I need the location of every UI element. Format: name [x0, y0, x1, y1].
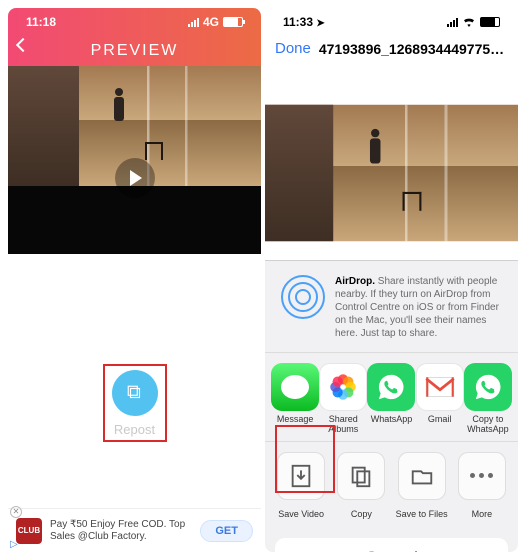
repost-label: Repost [105, 422, 165, 437]
wifi-icon [462, 17, 476, 27]
signal-icon [447, 18, 458, 27]
viewer-photo[interactable] [265, 65, 518, 281]
airdrop-icon [281, 275, 325, 319]
action-copy[interactable]: Copy [331, 452, 391, 522]
done-button[interactable]: Done [275, 40, 311, 57]
ad-close-icon[interactable]: ✕ [10, 506, 22, 518]
ad-logo: CLUB [16, 518, 42, 544]
repost-button[interactable] [112, 370, 158, 416]
ad-text: Pay ₹50 Enjoy Free COD. Top Sales @Club … [50, 519, 192, 543]
share-gmail[interactable]: Gmail [416, 363, 464, 435]
repost-icon [126, 384, 144, 402]
status-bar: 11:18 4G [8, 8, 261, 36]
adchoices-icon[interactable]: ▷ [10, 539, 18, 550]
ad-banner[interactable]: ✕ ▷ CLUB Pay ₹50 Enjoy Free COD. Top Sal… [8, 508, 261, 552]
battery-icon [480, 17, 500, 27]
status-indicators [447, 17, 500, 27]
repost-section: Repost [8, 364, 261, 442]
copy-icon [337, 452, 385, 500]
highlight-save-video [275, 425, 335, 493]
share-copy-whatsapp[interactable]: Copy to WhatsApp [464, 363, 512, 435]
action-save-files[interactable]: Save to Files [392, 452, 452, 522]
viewer-topbar: Done 47193896_126893444977587_432656... [265, 36, 518, 65]
share-message[interactable]: Message [271, 363, 319, 435]
cancel-button[interactable]: Cancel [275, 538, 508, 552]
whatsapp-icon [367, 363, 415, 411]
network-label: 4G [203, 15, 219, 29]
status-time: 11:33 ➤ [283, 15, 325, 29]
highlight-repost: Repost [103, 364, 167, 442]
phone-right: 11:33 ➤ Done 47193896_126893444977587_43… [265, 8, 518, 552]
file-name: 47193896_126893444977587_432656... [319, 41, 508, 57]
status-indicators: 4G [188, 15, 243, 29]
action-row: Save Video Copy Save to Files More [265, 442, 518, 532]
video-thumbnail [265, 105, 518, 242]
whatsapp-icon [464, 363, 512, 411]
gmail-icon [416, 363, 464, 411]
preview-header: PREVIEW [8, 36, 261, 66]
share-sheet: AirDrop. Share instantly with people nea… [265, 260, 518, 552]
status-bar: 11:33 ➤ [265, 8, 518, 36]
play-icon[interactable] [115, 158, 155, 198]
share-shared-albums[interactable]: Shared Albums [319, 363, 367, 435]
airdrop-text: AirDrop. Share instantly with people nea… [335, 275, 502, 340]
location-icon: ➤ [316, 18, 324, 29]
folder-icon [398, 452, 446, 500]
messages-icon [271, 363, 319, 411]
phone-left: 11:18 4G PREVIEW Repost [8, 8, 261, 552]
signal-icon [188, 18, 199, 27]
action-more[interactable]: More [452, 452, 512, 522]
airdrop-row[interactable]: AirDrop. Share instantly with people nea… [265, 271, 518, 353]
back-icon[interactable] [16, 38, 30, 52]
ad-cta-button[interactable]: GET [200, 520, 253, 542]
battery-icon [223, 17, 243, 27]
page-title: PREVIEW [91, 42, 179, 60]
more-icon [458, 452, 506, 500]
status-time: 11:18 [26, 15, 56, 29]
photos-icon [319, 363, 367, 411]
share-whatsapp[interactable]: WhatsApp [367, 363, 415, 435]
